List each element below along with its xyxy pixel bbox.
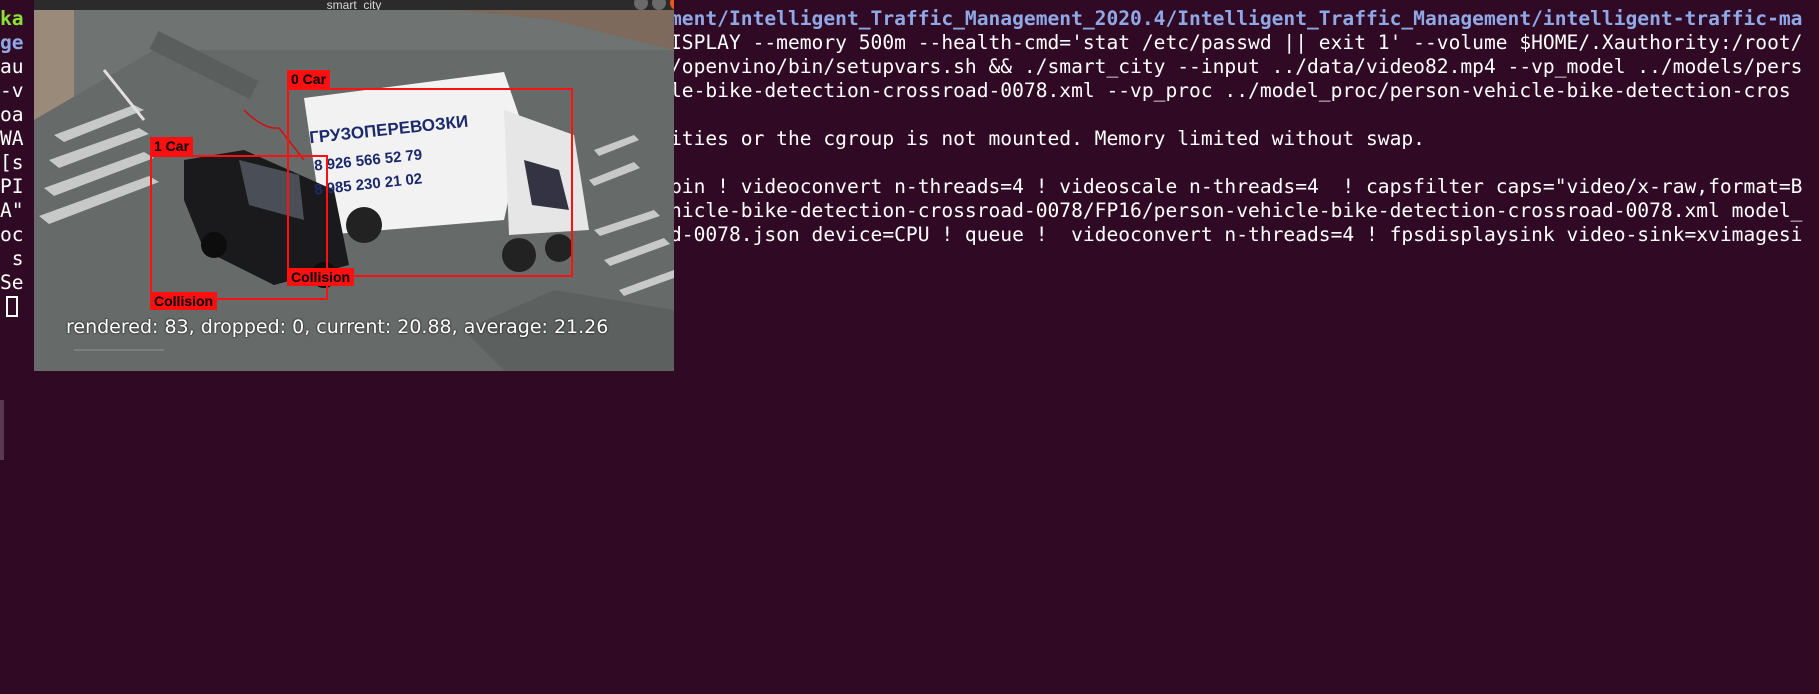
window-titlebar[interactable]: smart_city (34, 0, 674, 10)
fps-stats-overlay: rendered: 83, dropped: 0, current: 20.88… (66, 316, 609, 338)
collision-label: Collision (150, 292, 218, 310)
detection-label-car-0: 0 Car (287, 70, 331, 88)
video-window[interactable]: smart_city ГРУЗОПЕРЕВОЗКИ 8 926 566 52 7… (34, 0, 674, 371)
minimize-button[interactable] (634, 0, 648, 10)
collision-label: Collision (287, 268, 355, 286)
prompt-user: ka (0, 7, 24, 30)
scrollbar[interactable] (0, 400, 4, 460)
close-button[interactable] (670, 0, 674, 10)
video-frame: ГРУЗОПЕРЕВОЗКИ 8 926 566 52 79 8 985 230… (34, 10, 674, 371)
detection-box-car-0 (287, 88, 573, 277)
terminal-cursor (6, 296, 18, 317)
window-title: smart_city (326, 0, 382, 10)
prompt-path: ment/Intelligent_Traffic_Management_2020… (670, 7, 1803, 30)
detection-label-car-1: 1 Car (150, 137, 194, 155)
maximize-button[interactable] (652, 0, 666, 10)
